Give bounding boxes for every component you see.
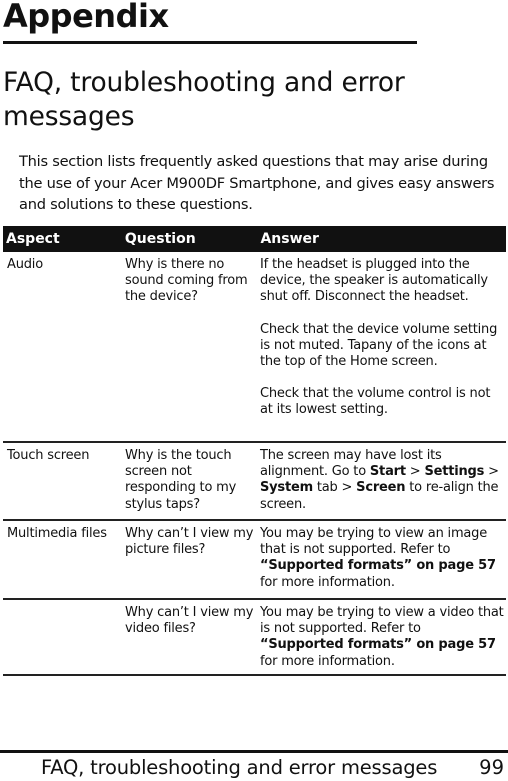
- cross-reference-link[interactable]: “Supported formats” on page 57: [260, 637, 496, 652]
- path-separator: >: [484, 464, 499, 480]
- faq-table: Aspect Question Answer Audio Why is ther…: [3, 226, 506, 676]
- menu-path-start: Start: [369, 464, 406, 480]
- answer-paragraph: Check that the volume control is not at …: [260, 386, 491, 418]
- cell-answer: If the headset is plugged into the devic…: [256, 252, 506, 441]
- cell-question: Why can’t I view my video files?: [125, 605, 254, 637]
- menu-path-screen: Screen: [356, 480, 406, 496]
- menu-path-settings: Settings: [424, 464, 485, 480]
- table-row: Audio Why is there no sound coming from …: [3, 252, 506, 443]
- answer-paragraph: If the headset is plugged into the devic…: [260, 257, 488, 305]
- answer-text: You may be trying to view a video that i…: [260, 605, 504, 637]
- footer-rule: [0, 750, 508, 753]
- answer-text: for more information.: [260, 574, 395, 590]
- table-row: Why can’t I view my video files? You may…: [3, 600, 506, 676]
- cell-answer: You may be trying to view an image that …: [256, 521, 506, 598]
- answer-text: You may be trying to view an image that …: [260, 526, 488, 558]
- cell-aspect: Multimedia files: [7, 526, 107, 541]
- chapter-rule: [3, 41, 417, 44]
- table-row: Touch screen Why is the touch screen not…: [3, 443, 506, 521]
- path-separator: >: [405, 464, 425, 480]
- cell-aspect: Touch screen: [7, 448, 90, 463]
- header-aspect: Aspect: [6, 231, 60, 247]
- page-number: 99: [479, 756, 504, 779]
- cell-answer: You may be trying to view a video that i…: [256, 600, 506, 674]
- cell-question: Why can’t I view my picture files?: [125, 526, 254, 558]
- intro-paragraph: This section lists frequently asked ques…: [19, 153, 495, 213]
- header-question: Question: [124, 231, 196, 247]
- menu-path-system: System: [260, 480, 313, 496]
- answer-paragraph: Check that the device volume setting is …: [260, 321, 498, 370]
- cross-reference-link[interactable]: “Supported formats” on page 57: [260, 558, 496, 573]
- cell-aspect: [3, 600, 121, 674]
- chapter-title: Appendix: [3, 0, 169, 35]
- cell-question: Why is the touch screen not responding t…: [125, 448, 237, 512]
- path-separator: tab >: [312, 480, 357, 496]
- answer-text: for more information.: [260, 653, 395, 669]
- table-header: Aspect Question Answer: [3, 226, 506, 252]
- cell-aspect: Audio: [7, 257, 43, 272]
- table-row: Multimedia files Why can’t I view my pic…: [3, 521, 506, 600]
- footer-section-title: FAQ, troubleshooting and error messages: [41, 756, 438, 779]
- answer-paragraph: You may be trying to view an image that …: [260, 526, 506, 591]
- cell-question: Why is there no sound coming from the de…: [125, 257, 248, 305]
- answer-paragraph: You may be trying to view a video that i…: [260, 605, 506, 670]
- answer-paragraph: The screen may have lost its alignment. …: [260, 448, 506, 513]
- section-title: FAQ, troubleshooting and error messages: [3, 67, 405, 132]
- cell-answer: The screen may have lost its alignment. …: [256, 443, 506, 519]
- header-answer: Answer: [260, 231, 319, 247]
